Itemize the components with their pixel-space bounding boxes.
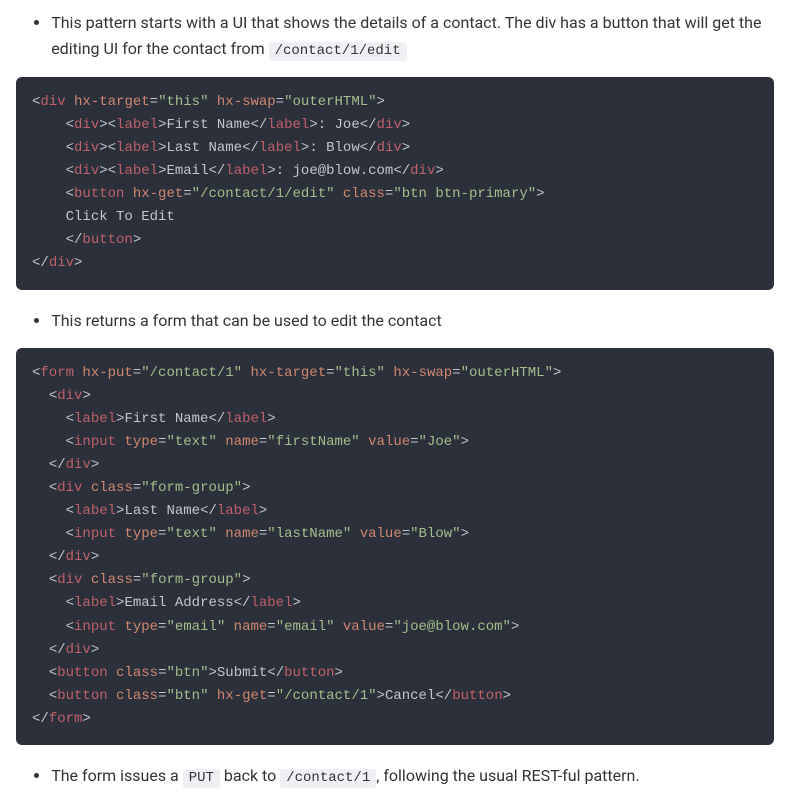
bullet-item: The form issues a PUT back to /contact/1… <box>51 763 774 789</box>
bullet-item: This pattern starts with a UI that shows… <box>51 10 774 62</box>
inline-code: /contact/1/edit <box>269 42 407 61</box>
document-body: This pattern starts with a UI that shows… <box>0 0 790 804</box>
bullet-list-2: This returns a form that can be used to … <box>16 308 774 334</box>
inline-code: /contact/1 <box>280 769 376 788</box>
bullet-text: The form issues a <box>51 766 183 785</box>
bullet-text: back to <box>220 766 280 785</box>
code-block-2: <form hx-put="/contact/1" hx-target="thi… <box>16 348 774 746</box>
bullet-item: This returns a form that can be used to … <box>51 308 774 334</box>
bullet-text: , following the usual REST-ful pattern. <box>376 766 639 785</box>
bullet-list-1: This pattern starts with a UI that shows… <box>16 10 774 62</box>
bullet-text: This returns a form that can be used to … <box>51 311 442 330</box>
bullet-list-3: The form issues a PUT back to /contact/1… <box>16 763 774 789</box>
inline-code: PUT <box>183 769 220 788</box>
code-block-1: <div hx-target="this" hx-swap="outerHTML… <box>16 77 774 290</box>
